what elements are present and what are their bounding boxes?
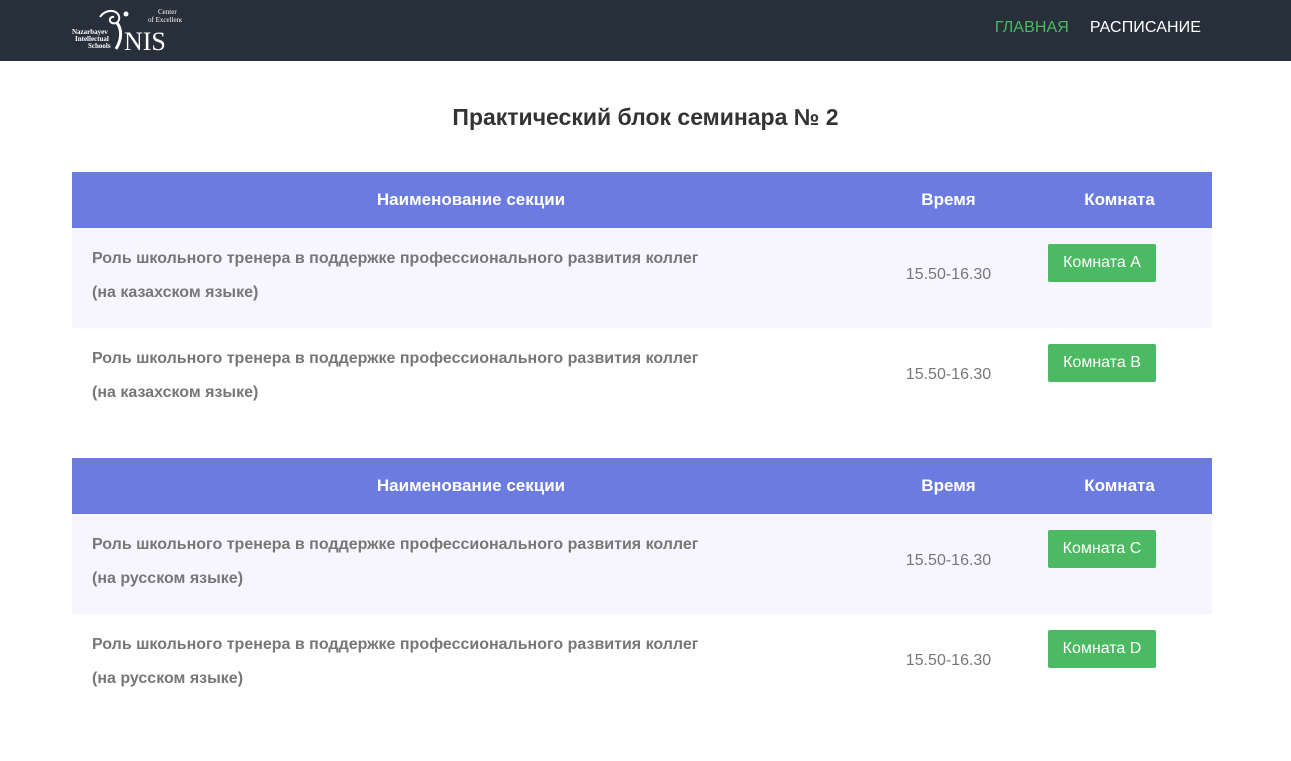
section-language: (на русском языке) [92, 670, 244, 687]
table-header: Наименование секции Время Комната [72, 172, 1212, 228]
table-row: Роль школьного тренера в поддержке профе… [72, 328, 1212, 428]
table-row: Роль школьного тренера в поддержке профе… [72, 228, 1212, 328]
header-time: Время [921, 476, 976, 495]
header-room: Комната [1084, 190, 1155, 209]
logo-word-3: Schools [88, 42, 111, 50]
table-header: Наименование секции Время Комната [72, 458, 1212, 514]
navbar: Nazarbayev Intellectual Schools Center o… [0, 0, 1291, 61]
nav-home[interactable]: ГЛАВНАЯ [995, 19, 1069, 37]
table-row: Роль школьного тренера в поддержке профе… [72, 514, 1212, 614]
section-name-cell: Роль школьного тренера в поддержке профе… [92, 242, 852, 310]
logo-stem-icon [114, 22, 123, 50]
nis-logo[interactable]: Nazarbayev Intellectual Schools Center o… [70, 5, 182, 55]
section-title: Роль школьного тренера в поддержке профе… [92, 250, 699, 267]
section-time: 15.50-16.30 [905, 552, 992, 569]
section-time: 15.50-16.30 [905, 366, 992, 383]
section-language: (на казахском языке) [92, 284, 259, 301]
room-c-button[interactable]: Комната C [1048, 530, 1156, 568]
header-name: Наименование секции [376, 476, 566, 495]
room-d-button[interactable]: Комната D [1048, 630, 1156, 668]
section-name-cell: Роль школьного тренера в поддержке профе… [92, 628, 852, 696]
section-table-1: Наименование секции Время Комната Роль ш… [72, 172, 1212, 428]
logo-tagline-2: of Excellence [148, 16, 182, 24]
logo-swirl-icon [99, 9, 121, 25]
section-language: (на казахском языке) [92, 384, 259, 401]
header-room: Комната [1084, 476, 1155, 495]
section-table-2: Наименование секции Время Комната Роль ш… [72, 458, 1212, 714]
main-nav: ГЛАВНАЯ РАСПИСАНИЕ [995, 0, 1201, 56]
section-time: 15.50-16.30 [905, 652, 992, 669]
room-b-button[interactable]: Комната B [1048, 344, 1156, 382]
nav-schedule[interactable]: РАСПИСАНИЕ [1090, 19, 1201, 37]
room-a-button[interactable]: Комната A [1048, 244, 1156, 282]
logo-dot-icon [123, 11, 129, 17]
page-title: Практический блок семинара № 2 [452, 104, 839, 130]
section-name-cell: Роль школьного тренера в поддержке профе… [92, 528, 852, 596]
logo-graphic: Nazarbayev Intellectual Schools Center o… [72, 8, 182, 55]
section-time: 15.50-16.30 [905, 266, 992, 283]
header-name: Наименование секции [376, 190, 566, 209]
section-title: Роль школьного тренера в поддержке профе… [92, 636, 699, 653]
header-time: Время [921, 190, 976, 209]
section-title: Роль школьного тренера в поддержке профе… [92, 536, 699, 553]
table-row: Роль школьного тренера в поддержке профе… [72, 614, 1212, 714]
section-language: (на русском языке) [92, 570, 244, 587]
section-name-cell: Роль школьного тренера в поддержке профе… [92, 342, 852, 410]
logo-mark: NIS [124, 27, 166, 55]
logo-tagline-1: Center [158, 8, 177, 16]
section-title: Роль школьного тренера в поддержке профе… [92, 350, 699, 367]
